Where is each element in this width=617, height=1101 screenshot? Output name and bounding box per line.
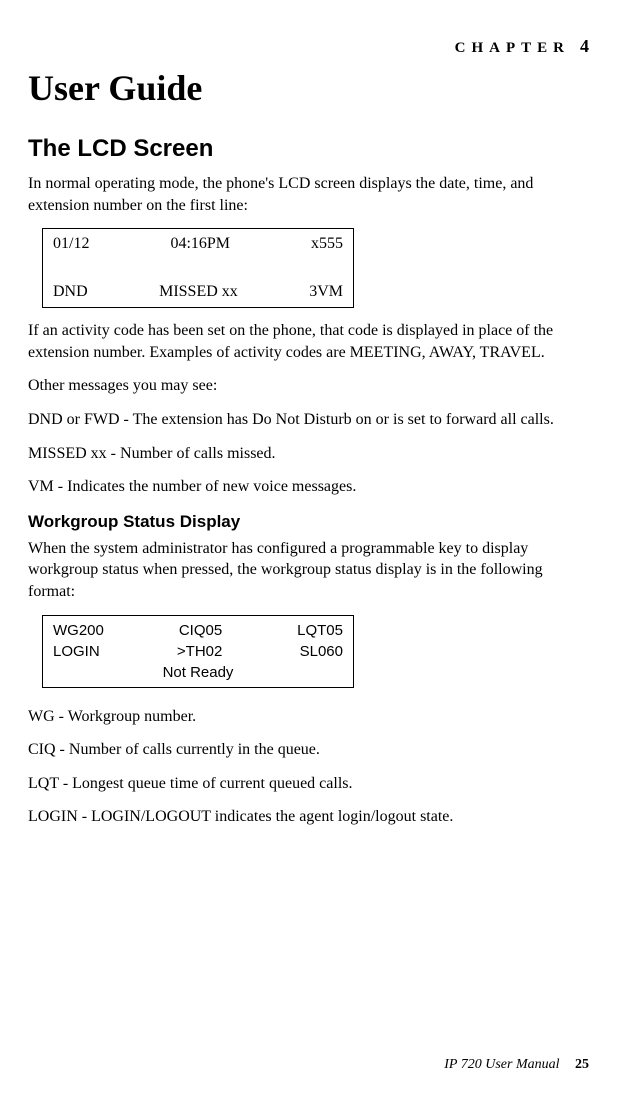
paragraph-dnd: DND or FWD - The extension has Do Not Di… [28, 409, 589, 431]
lcd-row-1: 01/12 04:16PM x555 [53, 235, 343, 253]
section-heading-lcd: The LCD Screen [28, 135, 589, 163]
footer-page-number: 25 [575, 1057, 589, 1072]
paragraph-def-login: LOGIN - LOGIN/LOGOUT indicates the agent… [28, 806, 589, 828]
wg-status: Not Ready [53, 664, 343, 681]
wg-th: >TH02 [177, 643, 222, 660]
page-footer: IP 720 User Manual 25 [444, 1057, 589, 1073]
wg-sl: SL060 [300, 643, 343, 660]
lcd-missed: MISSED xx [159, 283, 238, 301]
paragraph-other: Other messages you may see: [28, 375, 589, 397]
paragraph-vm: VM - Indicates the number of new voice m… [28, 476, 589, 498]
wg-lqt: LQT05 [297, 622, 343, 639]
lcd-display-box: 01/12 04:16PM x555 DND MISSED xx 3VM [42, 228, 354, 308]
paragraph-missed: MISSED xx - Number of calls missed. [28, 443, 589, 465]
wg-ciq: CIQ05 [179, 622, 222, 639]
chapter-number: 4 [580, 36, 589, 56]
wg-row-2: LOGIN >TH02 SL060 [53, 643, 343, 660]
document-page: CHAPTER 4 User Guide The LCD Screen In no… [0, 0, 617, 1101]
wg-number: WG200 [53, 622, 104, 639]
paragraph-def-lqt: LQT - Longest queue time of current queu… [28, 773, 589, 795]
section-heading-workgroup: Workgroup Status Display [28, 512, 589, 532]
footer-doc-title: IP 720 User Manual [444, 1057, 559, 1072]
paragraph-activity: If an activity code has been set on the … [28, 320, 589, 363]
wg-row-1: WG200 CIQ05 LQT05 [53, 622, 343, 639]
chapter-header: CHAPTER 4 [28, 36, 589, 57]
lcd-time: 04:16PM [170, 235, 230, 253]
paragraph-def-ciq: CIQ - Number of calls currently in the q… [28, 739, 589, 761]
lcd-dnd: DND [53, 283, 88, 301]
paragraph-wg-intro: When the system administrator has config… [28, 538, 589, 603]
paragraph-intro: In normal operating mode, the phone's LC… [28, 173, 589, 216]
lcd-date: 01/12 [53, 235, 89, 253]
lcd-extension: x555 [311, 235, 343, 253]
wg-login: LOGIN [53, 643, 100, 660]
chapter-label: CHAPTER [455, 40, 570, 56]
workgroup-display-box: WG200 CIQ05 LQT05 LOGIN >TH02 SL060 Not … [42, 615, 354, 688]
paragraph-def-wg: WG - Workgroup number. [28, 706, 589, 728]
lcd-vm: 3VM [309, 283, 343, 301]
lcd-gap [53, 253, 343, 283]
lcd-row-2: DND MISSED xx 3VM [53, 283, 343, 301]
page-title: User Guide [28, 67, 589, 109]
